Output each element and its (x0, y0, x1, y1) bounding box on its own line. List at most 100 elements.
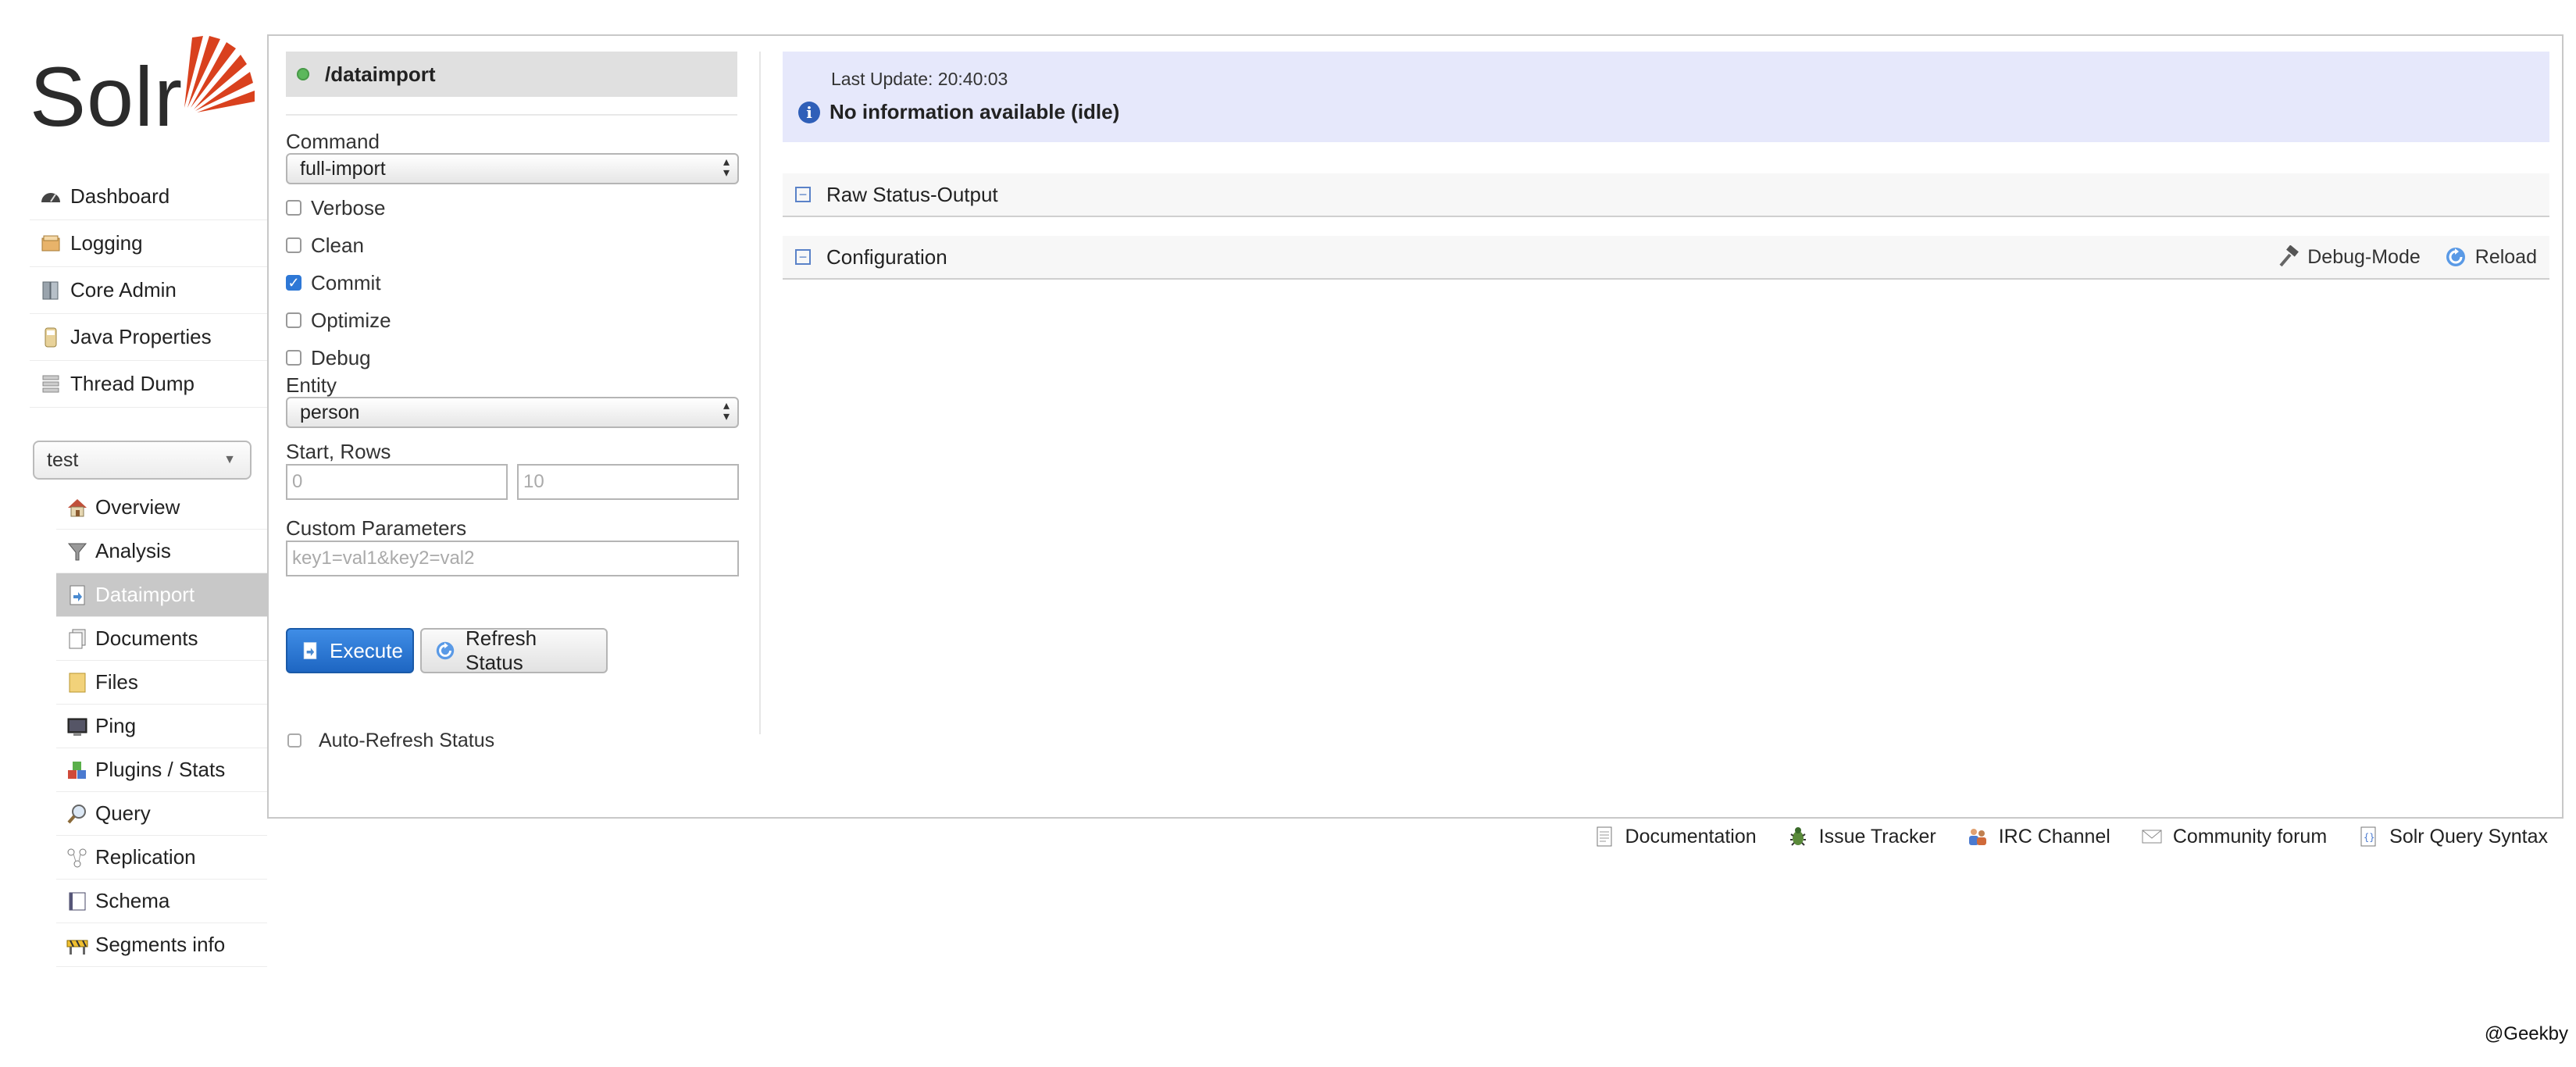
divider (286, 114, 737, 116)
command-select[interactable]: full-import ▴ ▾ (286, 153, 739, 184)
core-nav-label: Files (95, 670, 138, 694)
info-icon: i (798, 101, 820, 123)
verbose-checkbox[interactable]: Verbose (286, 189, 755, 227)
entity-label: Entity (286, 373, 337, 397)
raw-status-title: Raw Status-Output (826, 182, 998, 206)
chevron-down-icon: ▼ (223, 453, 236, 466)
checkbox-label: Optimize (311, 308, 391, 332)
custom-params-label: Custom Parameters (286, 516, 467, 540)
core-nav-ping[interactable]: Ping (56, 705, 267, 748)
debug-checkbox[interactable]: Debug (286, 339, 755, 376)
core-nav-label: Analysis (95, 539, 171, 562)
footer-irc-channel-link[interactable]: IRC Channel (1966, 825, 2110, 848)
main-menu: Dashboard Logging Core Admin Java Proper… (30, 173, 267, 408)
thread-dump-icon (42, 375, 59, 392)
footer-links: Documentation Issue Tracker IRC Channel … (1563, 825, 2548, 848)
auto-refresh-checkbox[interactable]: Auto-Refresh Status (287, 722, 494, 759)
start-rows-label: Start, Rows (286, 440, 391, 463)
checkmark-icon: ✓ (286, 275, 301, 291)
footer-community-forum-link[interactable]: Community forum (2140, 825, 2327, 848)
checkbox-label: Clean (311, 233, 364, 257)
footer-solr-query-syntax-link[interactable]: {} Solr Query Syntax (2357, 825, 2548, 848)
core-nav-segments-info[interactable]: Segments info (56, 923, 267, 967)
core-nav-label: Dataimport (95, 583, 195, 606)
custom-params-input[interactable]: key1=val1&key2=val2 (286, 541, 739, 576)
footer-label: Community forum (2172, 825, 2328, 848)
nav-thread-dump[interactable]: Thread Dump (30, 361, 267, 408)
core-nav-schema[interactable]: Schema (56, 880, 267, 923)
command-label: Command (286, 130, 380, 153)
checkbox-box (286, 350, 301, 366)
checkbox-box (286, 312, 301, 328)
nav-label: Core Admin (70, 278, 177, 302)
nav-java-properties[interactable]: Java Properties (30, 314, 267, 361)
core-nav-label: Segments info (95, 933, 226, 956)
checkbox-box (286, 200, 301, 216)
core-nav-replication[interactable]: Replication (56, 836, 267, 880)
solr-sunburst-icon (184, 36, 255, 112)
checkbox-label: Auto-Refresh Status (319, 729, 495, 751)
core-nav-dataimport[interactable]: Dataimport (56, 573, 267, 617)
nav-dashboard[interactable]: Dashboard (30, 173, 267, 220)
core-nav-label: Query (95, 801, 151, 825)
envelope-icon (2142, 830, 2162, 844)
clean-checkbox[interactable]: Clean (286, 227, 755, 264)
nav-logging[interactable]: Logging (30, 220, 267, 267)
hammer-icon (2279, 245, 2299, 267)
funnel-icon (67, 543, 87, 560)
nav-core-admin[interactable]: Core Admin (30, 267, 267, 314)
dashboard-icon (41, 192, 60, 202)
replication-icon (67, 848, 87, 867)
content-panel: /dataimport Command full-import ▴ ▾ Verbo… (267, 34, 2564, 819)
core-nav-label: Plugins / Stats (95, 758, 226, 781)
footer-documentation-link[interactable]: Documentation (1593, 825, 1757, 848)
java-properties-icon (45, 327, 57, 347)
folder-icon (69, 673, 86, 692)
solr-logo[interactable]: Solr (30, 30, 255, 139)
entity-select[interactable]: person ▴ ▾ (286, 397, 739, 428)
irc-icon (1968, 829, 1986, 845)
commit-checkbox[interactable]: ✓ Commit (286, 264, 755, 302)
core-nav-files[interactable]: Files (56, 661, 267, 705)
rows-input[interactable]: 10 (517, 464, 739, 500)
status-dot-icon (297, 68, 309, 80)
reload-icon (2446, 248, 2465, 266)
reload-label: Reload (2474, 245, 2537, 268)
core-nav-documents[interactable]: Documents (56, 617, 267, 661)
core-admin-icon (42, 281, 59, 299)
panel-divider (759, 52, 761, 734)
select-arrows-icon: ▴ ▾ (722, 155, 730, 180)
magnifier-icon (67, 804, 86, 823)
configuration-section[interactable]: − Configuration Debug-Mode Reload (783, 236, 2549, 280)
entity-value: person (300, 401, 360, 423)
execute-label: Execute (330, 638, 403, 662)
start-input[interactable]: 0 (286, 464, 508, 500)
bug-icon (1789, 827, 1806, 846)
dataimport-handler-item[interactable]: /dataimport (286, 52, 737, 97)
core-nav-plugins-stats[interactable]: Plugins / Stats (56, 748, 267, 792)
raw-status-section[interactable]: − Raw Status-Output (783, 173, 2549, 217)
core-selector[interactable]: test ▼ (33, 441, 252, 480)
book-icon (69, 892, 86, 910)
command-value: full-import (300, 157, 386, 180)
core-nav-analysis[interactable]: Analysis (56, 530, 267, 573)
refresh-label: Refresh Status (466, 626, 537, 674)
footer-issue-tracker-link[interactable]: Issue Tracker (1786, 825, 1936, 848)
svg-text:{}: {} (2364, 832, 2374, 843)
core-nav-query[interactable]: Query (56, 792, 267, 836)
optimize-checkbox[interactable]: Optimize (286, 302, 755, 339)
execute-icon (303, 642, 317, 659)
footer-label: Documentation (1625, 825, 1757, 848)
execute-button[interactable]: Execute (286, 628, 414, 673)
refresh-status-button[interactable]: Refresh Status (420, 626, 608, 674)
checkbox-label: Debug (311, 345, 371, 369)
debug-mode-button[interactable]: Debug-Mode (2276, 245, 2421, 269)
collapse-toggle-icon[interactable]: − (795, 249, 811, 265)
checkbox-label: Commit (311, 270, 381, 294)
status-info: i No information available (idle) (798, 100, 1119, 124)
core-nav-overview[interactable]: Overview (56, 486, 267, 530)
documents-icon (69, 629, 86, 648)
collapse-toggle-icon[interactable]: − (795, 187, 811, 202)
reload-button[interactable]: Reload (2444, 245, 2537, 269)
checkbox-box (287, 733, 301, 748)
